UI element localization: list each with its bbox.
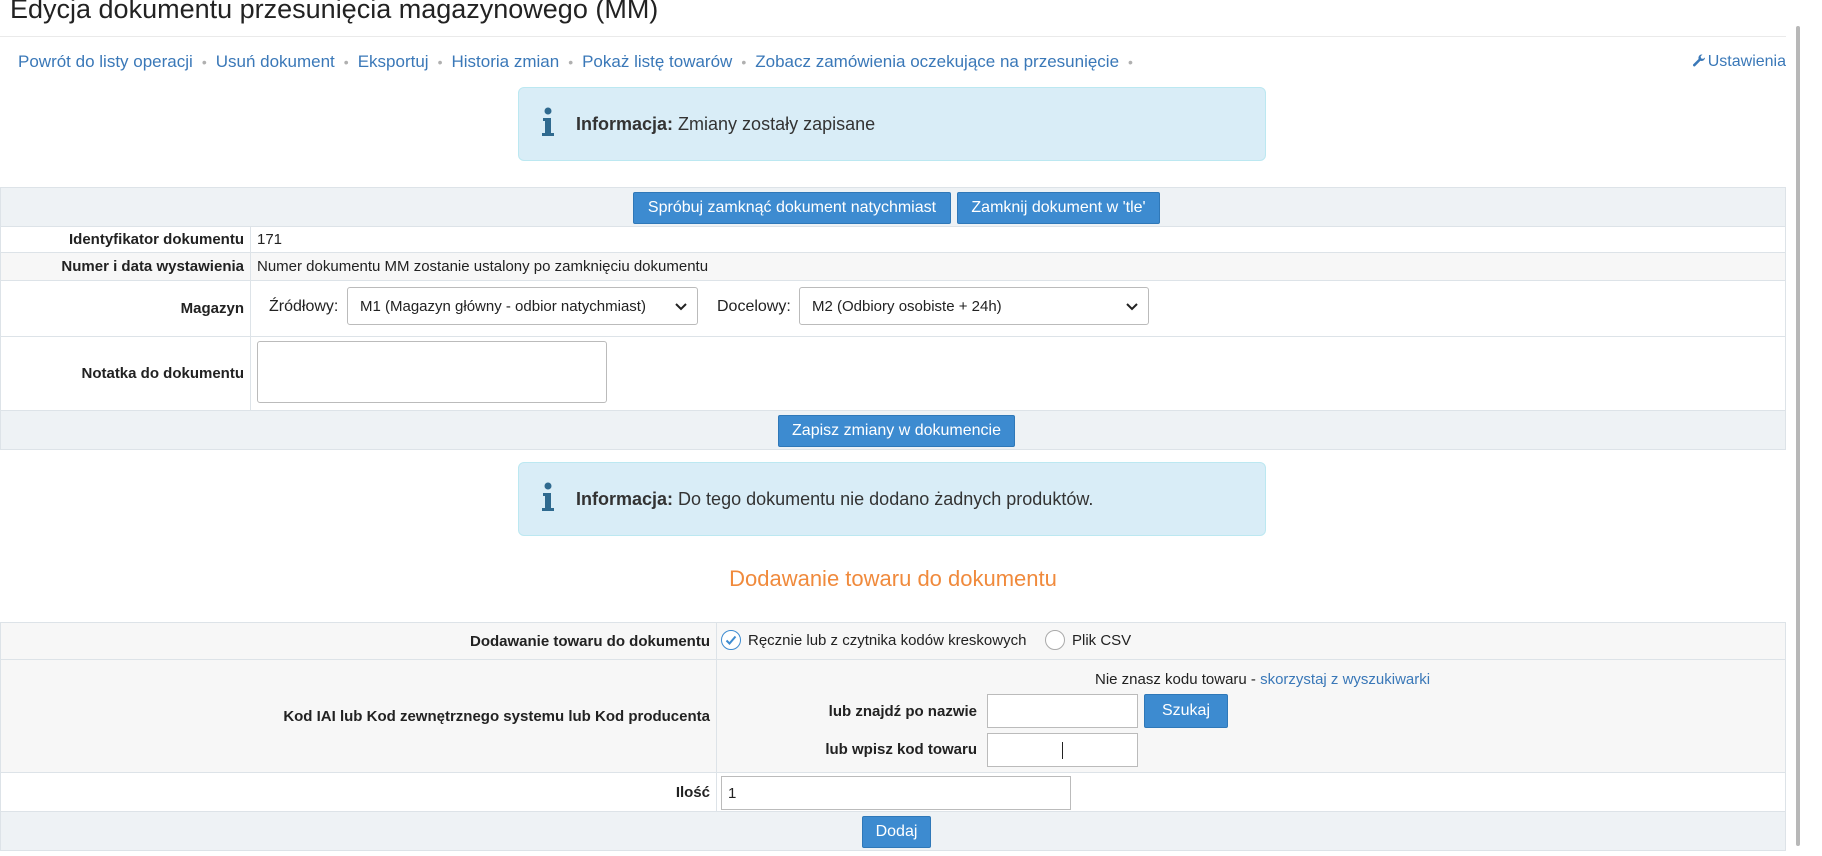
product-code-input[interactable] xyxy=(987,733,1138,767)
nav-history-link[interactable]: Historia zmian xyxy=(451,52,559,71)
close-actions-bar: Spróbuj zamknąć dokument natychmiast Zam… xyxy=(0,187,1786,227)
nav-separator: • xyxy=(343,54,349,70)
info-alert-empty: Informacja: Do tego dokumentu nie dodano… xyxy=(518,462,1266,536)
product-code-row: Kod IAI lub Kod zewnętrznego systemu lub… xyxy=(0,659,1786,773)
warehouse-label: Magazyn xyxy=(1,281,251,336)
nav-delete-link[interactable]: Usuń dokument xyxy=(216,52,335,71)
scrollbar-thumb[interactable] xyxy=(1796,26,1800,846)
doc-number-label: Numer i data wystawienia xyxy=(1,253,251,280)
target-warehouse-value: M2 (Odbiory osobiste + 24h) xyxy=(812,297,1002,315)
note-row: Notatka do dokumentu xyxy=(0,337,1786,411)
quantity-row: Ilość 1 xyxy=(0,772,1786,812)
save-bar: Zapisz zmiany w dokumencie xyxy=(0,410,1786,450)
mode-manual-radio[interactable] xyxy=(721,630,741,650)
target-warehouse-select[interactable]: M2 (Odbiory osobiste + 24h) xyxy=(799,287,1149,325)
info-alert-saved: Informacja: Zmiany zostały zapisane xyxy=(518,87,1266,161)
info-icon xyxy=(542,107,554,136)
product-name-input[interactable] xyxy=(987,694,1138,728)
doc-number-value: Numer dokumentu MM zostanie ustalony po … xyxy=(257,258,709,275)
add-mode-row: Dodawanie towaru do dokumentu Ręcznie lu… xyxy=(0,622,1786,660)
save-changes-button[interactable]: Zapisz zmiany w dokumencie xyxy=(778,415,1015,447)
nav-separator: • xyxy=(201,54,207,70)
settings-label: Ustawienia xyxy=(1707,53,1786,70)
warehouse-row: Magazyn Źródłowy: M1 (Magazyn główny - o… xyxy=(0,281,1786,337)
source-warehouse-value: M1 (Magazyn główny - odbior natychmiast) xyxy=(360,297,646,315)
nav-export-link[interactable]: Eksportuj xyxy=(358,52,429,71)
title-divider xyxy=(0,36,1786,37)
action-nav: Powrót do listy operacji • Usuń dokument • E… xyxy=(18,52,1142,72)
by-code-label: lub wpisz kod towaru xyxy=(825,741,977,758)
code-hint-text: Nie znasz kodu towaru - xyxy=(1095,671,1261,688)
search-engine-link[interactable]: skorzystaj z wyszukiwarki xyxy=(1260,671,1430,688)
close-background-button[interactable]: Zamknij dokument w 'tle' xyxy=(957,192,1160,224)
source-label: Źródłowy: xyxy=(269,298,339,315)
chevron-down-icon xyxy=(675,303,687,311)
text-cursor xyxy=(1062,742,1063,759)
settings-link[interactable]: Ustawienia xyxy=(1692,53,1786,71)
nav-orders-link[interactable]: Zobacz zamówienia oczekujące na przesuni… xyxy=(755,52,1119,71)
chevron-down-icon xyxy=(1126,303,1138,311)
nav-separator: • xyxy=(568,54,574,70)
close-now-button[interactable]: Spróbuj zamknąć dokument natychmiast xyxy=(633,192,951,224)
source-warehouse-select[interactable]: M1 (Magazyn główny - odbior natychmiast) xyxy=(347,287,698,325)
page-title: Edycja dokumentu przesunięcia magazynowe… xyxy=(10,0,659,24)
note-label: Notatka do dokumentu xyxy=(1,337,251,410)
add-mode-label: Dodawanie towaru do dokumentu xyxy=(1,623,717,659)
target-label: Docelowy: xyxy=(717,298,791,315)
nav-back-link[interactable]: Powrót do listy operacji xyxy=(18,52,193,71)
wrench-icon xyxy=(1692,54,1705,67)
info-label: Informacja: xyxy=(576,114,674,134)
checkmark-icon xyxy=(725,635,737,645)
doc-number-row: Numer i data wystawienia Numer dokumentu… xyxy=(0,253,1786,281)
by-name-label: lub znajdź po nazwie xyxy=(828,703,977,720)
add-section-title: Dodawanie towaru do dokumentu xyxy=(729,566,1057,591)
info-label: Informacja: xyxy=(576,489,674,509)
info-text: Do tego dokumentu nie dodano żadnych pro… xyxy=(678,489,1094,509)
info-text: Zmiany zostały zapisane xyxy=(678,114,876,134)
code-hint: Nie znasz kodu towaru - skorzystaj z wys… xyxy=(1095,671,1430,688)
note-textarea[interactable] xyxy=(257,341,607,403)
mode-csv-label[interactable]: Plik CSV xyxy=(1072,632,1131,649)
doc-id-label: Identyfikator dokumentu xyxy=(1,227,251,252)
doc-id-value: 171 xyxy=(257,231,283,248)
page-scrollbar[interactable] xyxy=(1786,0,1822,856)
nav-separator: • xyxy=(1128,54,1133,70)
quantity-label: Ilość xyxy=(1,773,717,811)
add-product-button[interactable]: Dodaj xyxy=(862,816,931,848)
doc-id-row: Identyfikator dokumentu 171 xyxy=(0,227,1786,253)
nav-separator: • xyxy=(741,54,747,70)
product-code-label: Kod IAI lub Kod zewnętrznego systemu lub… xyxy=(1,660,717,772)
nav-separator: • xyxy=(437,54,443,70)
search-button[interactable]: Szukaj xyxy=(1144,694,1228,728)
mode-manual-label[interactable]: Ręcznie lub z czytnika kodów kreskowych xyxy=(748,632,1026,649)
add-bar: Dodaj xyxy=(0,811,1786,851)
mode-csv-radio[interactable] xyxy=(1045,630,1065,650)
nav-products-link[interactable]: Pokaż listę towarów xyxy=(582,52,732,71)
quantity-input[interactable]: 1 xyxy=(721,776,1071,810)
info-icon xyxy=(542,482,554,511)
